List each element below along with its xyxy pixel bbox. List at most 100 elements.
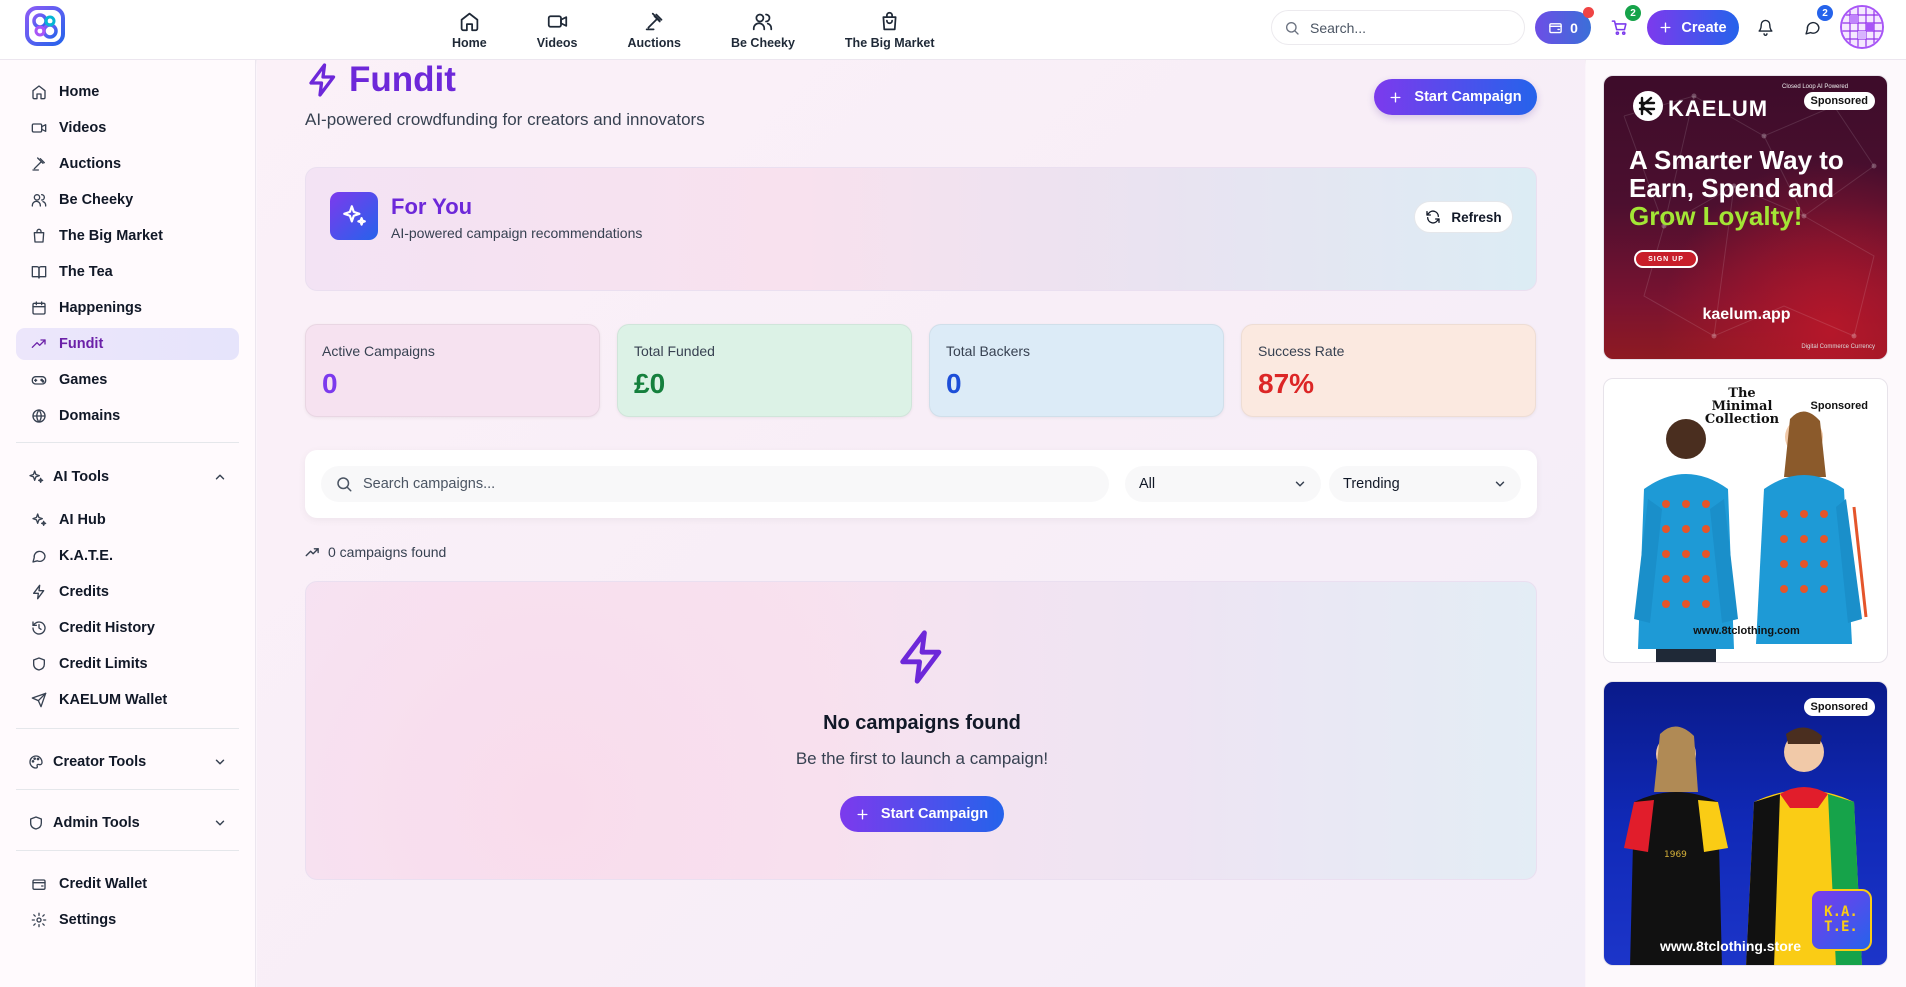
global-search-input[interactable] [1310, 19, 1500, 36]
app-logo-icon[interactable] [24, 5, 66, 47]
nav-home[interactable]: Home [427, 4, 512, 56]
stat-label: Total Funded [634, 343, 715, 359]
sponsored-badge: Sponsored [1803, 92, 1875, 110]
wallet-icon [1549, 23, 1562, 34]
create-label: Create [1681, 19, 1727, 36]
user-avatar[interactable] [1840, 5, 1884, 49]
gavel-icon [645, 12, 663, 30]
nav-videos[interactable]: Videos [512, 4, 603, 56]
category-select[interactable]: All [1125, 466, 1321, 502]
sidebar-item-kaelum-wallet[interactable]: KAELUM Wallet [16, 684, 239, 716]
empty-start-campaign-label: Start Campaign [880, 806, 989, 822]
nav-auctions-label: Auctions [627, 35, 681, 50]
sidebar-item-be-cheeky[interactable]: Be Cheeky [16, 184, 239, 216]
ad-brand: KAELUM [1668, 96, 1769, 121]
start-campaign-button[interactable]: Start Campaign [1374, 79, 1537, 115]
calendar-icon [32, 301, 46, 315]
for-you-panel: For You AI-powered campaign recommendati… [305, 167, 1537, 291]
empty-start-campaign-button[interactable]: Start Campaign [840, 796, 1004, 832]
sidebar-item-home[interactable]: Home [16, 76, 239, 108]
sidebar-group-label: Creator Tools [53, 754, 147, 770]
shield-icon [33, 657, 45, 671]
sidebar-item-auctions[interactable]: Auctions [16, 148, 239, 180]
sidebar-item-videos[interactable]: Videos [16, 112, 239, 144]
sidebar-item-kate[interactable]: K.A.T.E. [16, 540, 239, 572]
sidebar-group-creator-tools[interactable]: Creator Tools [16, 746, 239, 778]
svg-text:1969: 1969 [1664, 850, 1687, 860]
ad-kaelum[interactable]: KAELUM Closed Loop AI Powered Sponsored … [1603, 75, 1888, 360]
sidebar-item-label: Credit Wallet [59, 876, 148, 892]
sidebar-item-label: K.A.T.E. [59, 548, 113, 564]
sidebar-group-label: AI Tools [53, 469, 110, 485]
filter-bar: All Trending [305, 450, 1537, 518]
create-button[interactable]: Create [1647, 10, 1739, 45]
wallet-button[interactable]: 0 [1535, 11, 1591, 44]
ad-headline-line: Grow Loyalty! [1629, 201, 1803, 231]
sidebar-item-credit-wallet[interactable]: Credit Wallet [16, 868, 239, 900]
stat-active-campaigns: Active Campaigns 0 [305, 324, 600, 417]
nav-big-market[interactable]: The Big Market [820, 4, 960, 56]
sidebar-item-games[interactable]: Games [16, 364, 239, 396]
stat-value: £0 [634, 368, 666, 399]
refresh-button[interactable]: Refresh [1414, 201, 1513, 233]
sidebar-item-domains[interactable]: Domains [16, 400, 239, 432]
stat-success-rate: Success Rate 87% [1241, 324, 1536, 417]
wallet-icon [32, 879, 46, 890]
sidebar-item-label: Credit History [59, 620, 155, 636]
bell-icon [1757, 19, 1773, 36]
campaign-search[interactable] [321, 466, 1109, 502]
sidebar-item-happenings[interactable]: Happenings [16, 292, 239, 324]
sidebar-item-label: Domains [59, 408, 121, 424]
sidebar-item-credits[interactable]: Credits [16, 576, 239, 608]
sidebar-item-settings[interactable]: Settings [16, 904, 239, 936]
chevron-up-icon [215, 474, 225, 480]
kaelum-logo-icon [1633, 91, 1663, 121]
ad-minimal-collection[interactable]: The Minimal Collection Sponsored www.8tc… [1603, 378, 1888, 663]
shopping-bag-icon [33, 228, 45, 243]
sidebar-group-admin-tools[interactable]: Admin Tools [16, 807, 239, 839]
ad-tagline: Closed Loop AI Powered [1782, 84, 1849, 90]
sidebar-item-label: The Tea [59, 264, 113, 280]
sidebar-item-ai-hub[interactable]: AI Hub [16, 504, 239, 536]
video-icon [31, 123, 47, 133]
sidebar-divider [16, 789, 239, 790]
stat-value: 87% [1258, 368, 1315, 399]
home-icon [460, 12, 479, 31]
global-search[interactable] [1271, 10, 1525, 45]
message-circle-icon [32, 550, 46, 563]
sidebar-item-label: Videos [59, 120, 107, 136]
nav-big-market-label: The Big Market [844, 35, 935, 50]
for-you-title: For You [391, 194, 473, 219]
sidebar-item-fundit[interactable]: Fundit [16, 328, 239, 360]
sort-select[interactable]: Trending [1329, 466, 1521, 502]
cart-badge: 2 [1625, 5, 1641, 21]
gear-icon [31, 912, 47, 928]
sparkles-icon [330, 192, 378, 240]
sidebar-item-credit-limits[interactable]: Credit Limits [16, 648, 239, 680]
results-count: 0 campaigns found [305, 544, 446, 560]
sidebar-item-big-market[interactable]: The Big Market [16, 220, 239, 252]
nav-be-cheeky[interactable]: Be Cheeky [706, 4, 820, 56]
notifications-button[interactable] [1753, 15, 1777, 39]
sidebar-item-credit-history[interactable]: Credit History [16, 612, 239, 644]
ad-signup-button[interactable]: SIGN UP [1634, 250, 1698, 268]
stat-label: Total Backers [946, 343, 1031, 359]
sidebar-item-the-tea[interactable]: The Tea [16, 256, 239, 288]
nav-auctions[interactable]: Auctions [603, 4, 706, 56]
sidebar-item-label: AI Hub [59, 512, 106, 528]
gamepad-icon [31, 376, 47, 385]
chevron-down-icon [215, 820, 225, 826]
plus-icon [857, 808, 868, 820]
chevron-down-icon [215, 759, 225, 765]
ad-headline: A Smarter Way to Earn, Spend and Grow Lo… [1629, 146, 1879, 230]
nav-videos-label: Videos [536, 35, 578, 50]
results-count-text: 0 campaigns found [328, 544, 447, 560]
empty-state: No campaigns found Be the first to launc… [305, 581, 1537, 880]
campaign-search-input[interactable] [363, 476, 1063, 492]
page-subtitle: AI-powered crowdfunding for creators and… [305, 110, 705, 129]
sidebar-group-ai-tools[interactable]: AI Tools [16, 461, 239, 493]
sidebar-item-label: Games [59, 372, 108, 388]
kate-assistant-button[interactable]: K.A.T.E. [1810, 889, 1872, 951]
stat-value: 0 [946, 368, 962, 399]
refresh-label: Refresh [1451, 209, 1502, 225]
